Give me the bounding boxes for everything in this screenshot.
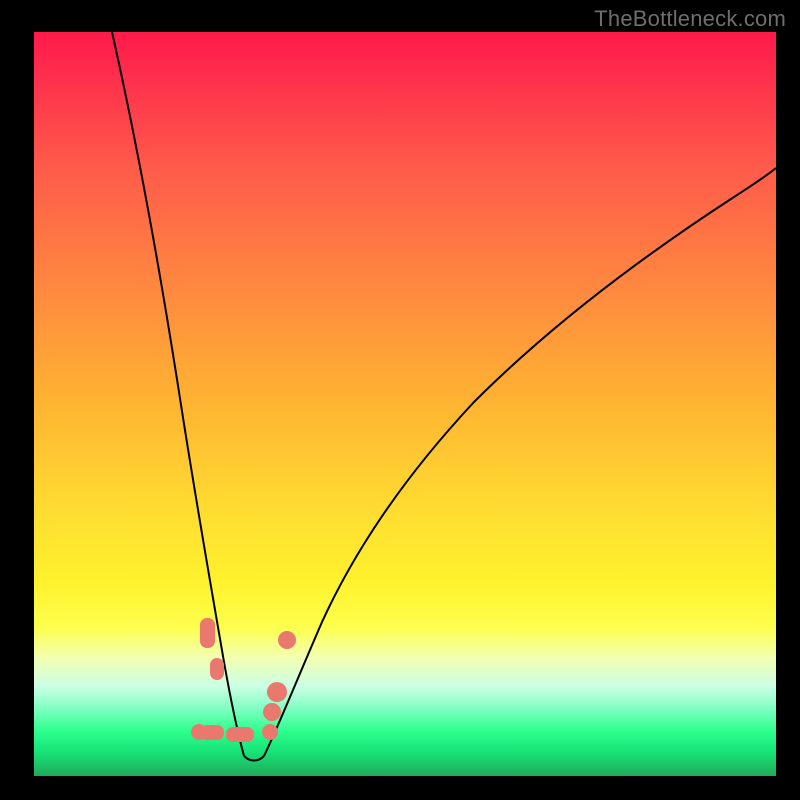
chart-svg <box>34 32 776 776</box>
marker-dot <box>262 724 278 740</box>
left-curve <box>112 32 244 756</box>
marker-pill <box>200 725 224 740</box>
marker-dot <box>263 703 281 721</box>
marker-pill <box>200 618 215 648</box>
marker-dot <box>267 682 287 702</box>
plot-area <box>34 32 776 776</box>
marker-pill <box>226 727 254 742</box>
valley-floor <box>244 756 264 761</box>
right-curve <box>264 168 776 756</box>
marker-dot <box>278 631 296 649</box>
chart-frame: TheBottleneck.com <box>0 0 800 800</box>
marker-pill <box>210 658 224 680</box>
watermark-text: TheBottleneck.com <box>594 6 786 32</box>
